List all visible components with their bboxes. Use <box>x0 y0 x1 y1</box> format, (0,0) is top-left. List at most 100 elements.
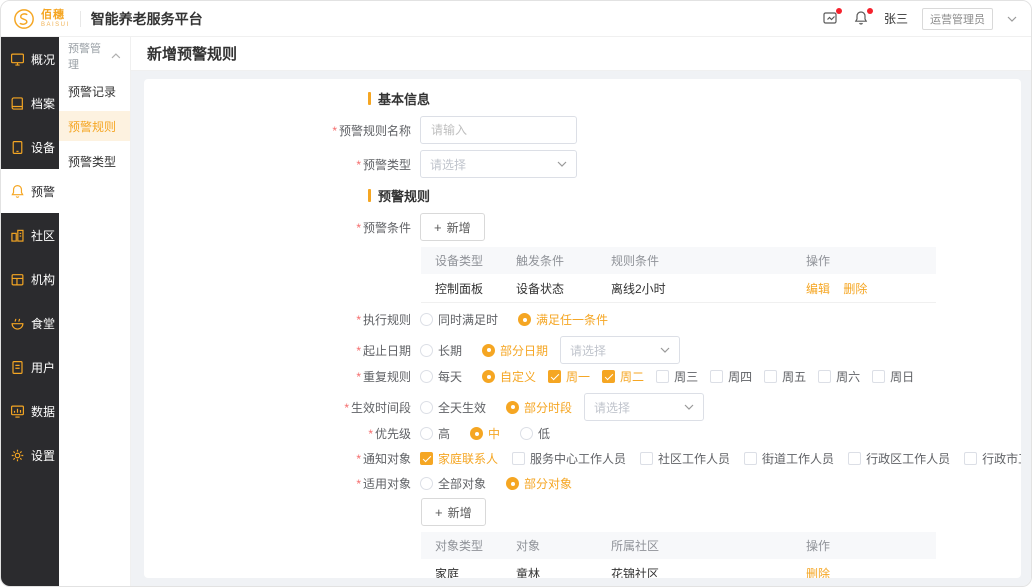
canteen-bowl-icon <box>10 316 25 331</box>
collapse-chevron-up-icon <box>111 53 121 59</box>
condition-table-header: 设备类型 触发条件 规则条件 操作 <box>421 247 936 274</box>
checkbox-family-contact[interactable]: 家庭联系人 <box>420 450 498 467</box>
warn-type-label: *预警类型 <box>144 156 411 173</box>
target-table-header: 对象类型 对象 所属社区 操作 <box>421 532 936 559</box>
bell-icon <box>10 184 25 199</box>
checkbox-icon <box>764 370 777 383</box>
edit-link[interactable]: 编辑 <box>806 282 830 296</box>
radio-all-conditions[interactable]: 同时满足时 <box>420 311 498 328</box>
checkbox-icon <box>420 452 433 465</box>
sidebar-item-canteen[interactable]: 食堂 <box>1 301 59 345</box>
tasks-icon[interactable] <box>822 10 839 27</box>
checkbox-icon <box>548 370 561 383</box>
archive-book-icon <box>10 96 25 111</box>
radio-icon <box>420 313 433 326</box>
radio-partial-dates[interactable]: 部分日期 <box>482 342 548 359</box>
radio-all-day[interactable]: 全天生效 <box>420 399 486 416</box>
delete-link[interactable]: 删除 <box>806 567 830 579</box>
checkbox-friday[interactable]: 周五 <box>764 368 806 385</box>
checkbox-sunday[interactable]: 周日 <box>872 368 914 385</box>
checkbox-community-staff[interactable]: 社区工作人员 <box>640 450 730 467</box>
checkbox-city-staff[interactable]: 行政市工作人员 <box>964 450 1021 467</box>
checkbox-tuesday[interactable]: 周二 <box>602 368 644 385</box>
plus-icon: + <box>435 505 443 520</box>
submenu-group-title[interactable]: 预警管理 <box>59 41 130 71</box>
effective-period-select[interactable]: 请选择 <box>584 393 704 421</box>
radio-any-condition[interactable]: 满足任一条件 <box>518 311 608 328</box>
radio-priority-low[interactable]: 低 <box>520 425 550 442</box>
radio-priority-medium[interactable]: 中 <box>470 425 500 442</box>
condition-table-row: 控制面板 设备状态 离线2小时 编辑 删除 <box>421 274 936 303</box>
plus-icon: + <box>434 220 442 235</box>
radio-custom-days[interactable]: 自定义 <box>482 368 536 385</box>
chevron-down-icon <box>684 404 694 410</box>
warn-type-select[interactable]: 请选择 <box>420 150 577 178</box>
add-target-button[interactable]: + 新增 <box>421 498 486 526</box>
logo-icon <box>13 8 35 30</box>
sidebar-item-community[interactable]: 社区 <box>1 213 59 257</box>
radio-icon <box>506 477 519 490</box>
priority-label: *优先级 <box>144 425 411 442</box>
rule-name-input[interactable] <box>420 116 577 144</box>
exec-rule-label: *执行规则 <box>144 311 411 328</box>
apply-target-label: *适用对象 <box>144 475 411 492</box>
rule-name-label: *预警规则名称 <box>144 122 411 139</box>
checkbox-icon <box>640 452 653 465</box>
user-role-tag[interactable]: 运营管理员 <box>922 8 993 30</box>
checkbox-street-staff[interactable]: 街道工作人员 <box>744 450 834 467</box>
app-title: 智能养老服务平台 <box>91 9 203 29</box>
repeat-rule-label: *重复规则 <box>144 368 411 385</box>
sidebar-item-devices[interactable]: 设备 <box>1 125 59 169</box>
sidebar-item-overview[interactable]: 概况 <box>1 37 59 81</box>
date-range-label: *起止日期 <box>144 342 411 359</box>
sidebar-item-warning[interactable]: 预警 <box>1 169 59 213</box>
radio-icon <box>420 477 433 490</box>
checkbox-wednesday[interactable]: 周三 <box>656 368 698 385</box>
community-buildings-icon <box>10 228 25 243</box>
user-file-icon <box>10 360 25 375</box>
checkbox-icon <box>512 452 525 465</box>
date-range-select[interactable]: 请选择 <box>560 336 680 364</box>
radio-priority-high[interactable]: 高 <box>420 425 450 442</box>
notifications-bell-icon[interactable] <box>853 10 870 27</box>
section-accent-bar <box>368 92 371 105</box>
warn-condition-label: *预警条件 <box>144 219 411 236</box>
checkbox-icon <box>964 452 977 465</box>
checkbox-thursday[interactable]: 周四 <box>710 368 752 385</box>
user-menu-chevron-down-icon[interactable] <box>1007 16 1017 22</box>
checkbox-monday[interactable]: 周一 <box>548 368 590 385</box>
gear-icon <box>10 448 25 463</box>
radio-long-term[interactable]: 长期 <box>420 342 462 359</box>
add-condition-button[interactable]: + 新增 <box>420 213 485 241</box>
radio-icon <box>420 344 433 357</box>
radio-partial-period[interactable]: 部分时段 <box>506 399 572 416</box>
checkbox-saturday[interactable]: 周六 <box>818 368 860 385</box>
submenu-item-warning-rules[interactable]: 预警规则 <box>59 111 130 141</box>
brand-name-en: BAISUI <box>41 22 70 28</box>
checkbox-service-center-staff[interactable]: 服务中心工作人员 <box>512 450 626 467</box>
checkbox-icon <box>656 370 669 383</box>
main-area: 新增预警规则 基本信息 *预警规则名称 <box>131 37 1031 586</box>
sidebar-item-archives[interactable]: 档案 <box>1 81 59 125</box>
radio-icon <box>482 344 495 357</box>
brand-divider <box>80 11 81 27</box>
form-card: 基本信息 *预警规则名称 *预警类型 请选 <box>144 79 1021 578</box>
checkbox-district-staff[interactable]: 行政区工作人员 <box>848 450 950 467</box>
radio-every-day[interactable]: 每天 <box>420 368 462 385</box>
radio-icon <box>420 401 433 414</box>
institution-icon <box>10 272 25 287</box>
sidebar-item-data[interactable]: 数据 <box>1 389 59 433</box>
submenu-item-warning-records[interactable]: 预警记录 <box>59 76 130 106</box>
radio-icon <box>420 370 433 383</box>
radio-icon <box>520 427 533 440</box>
effective-period-label: *生效时间段 <box>144 399 411 416</box>
sidebar-item-institution[interactable]: 机构 <box>1 257 59 301</box>
radio-partial-targets[interactable]: 部分对象 <box>506 475 572 492</box>
radio-all-targets[interactable]: 全部对象 <box>420 475 486 492</box>
page-title: 新增预警规则 <box>147 43 237 64</box>
delete-link[interactable]: 删除 <box>843 282 867 296</box>
sidebar-item-settings[interactable]: 设置 <box>1 433 59 477</box>
submenu-item-warning-types[interactable]: 预警类型 <box>59 146 130 176</box>
section-accent-bar <box>368 189 371 202</box>
sidebar-item-users[interactable]: 用户 <box>1 345 59 389</box>
